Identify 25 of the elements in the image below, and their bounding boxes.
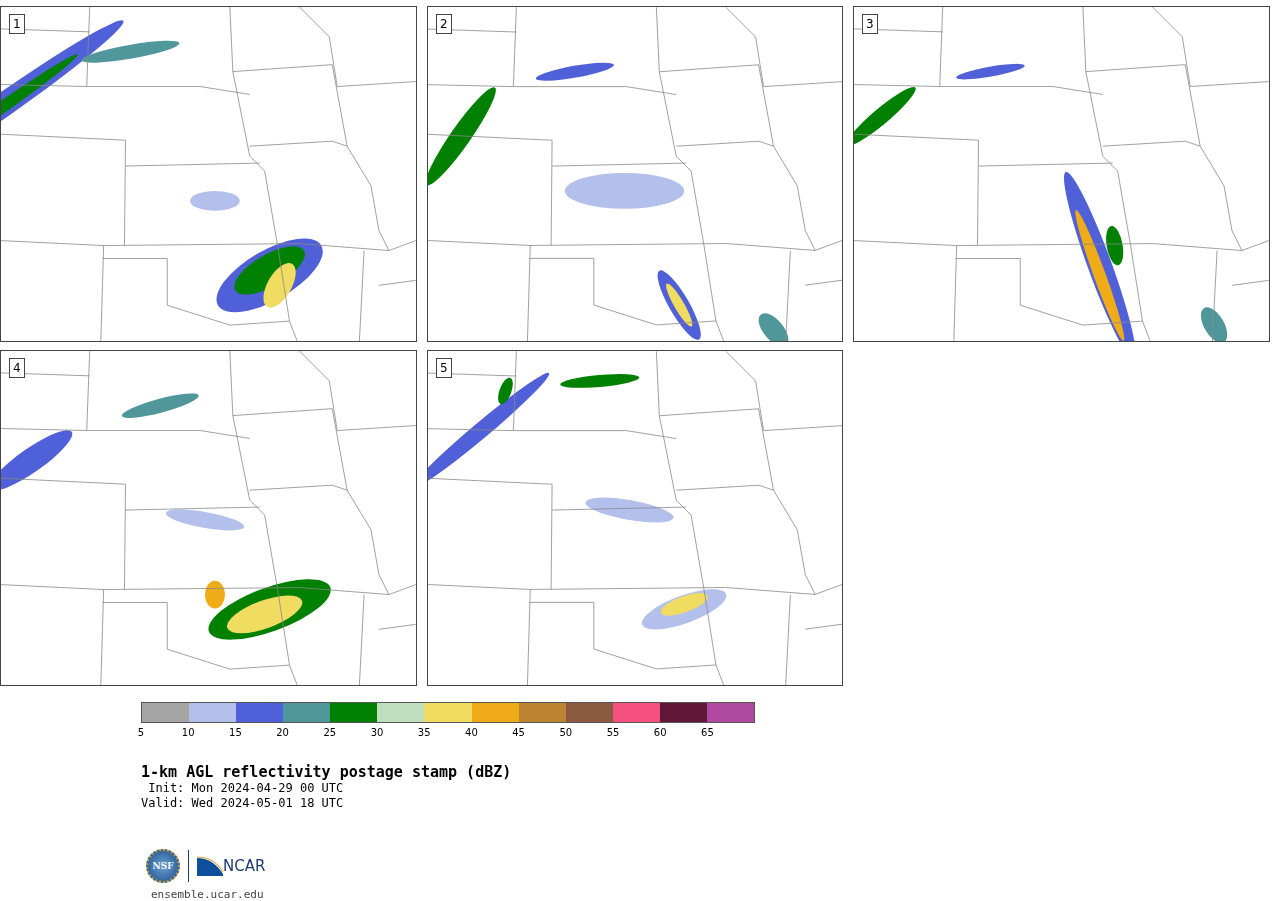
tick-label: 20: [276, 727, 289, 738]
tick-label: 10: [181, 727, 195, 738]
chart-title: 1-km AGL reflectivity postage stamp (dBZ): [141, 763, 513, 781]
tick-label: 30: [370, 727, 384, 738]
swoosh-icon: [197, 856, 223, 876]
valid-time: Valid: Wed 2024-05-01 18 UTC: [141, 796, 345, 811]
panel-number: 5: [436, 358, 452, 378]
panel-number: 1: [9, 14, 25, 34]
tick-label: 60: [653, 727, 667, 738]
tick-label: 25: [323, 727, 337, 738]
init-time: Init: Mon 2024-04-29 00 UTC: [147, 781, 345, 796]
site-url: ensemble.ucar.edu: [151, 888, 265, 901]
ncar-logo: NCAR: [223, 857, 266, 875]
panel-number: 2: [436, 14, 452, 34]
tick-label: 35: [417, 727, 431, 738]
tick-label: 40: [465, 727, 478, 738]
tick-label: 15: [229, 727, 242, 738]
nsf-logo: NSF: [146, 849, 180, 883]
tick-label: 45: [512, 727, 525, 738]
panel-number: 3: [862, 14, 878, 34]
tick-label: 5: [137, 727, 145, 738]
panel-number: 4: [9, 358, 25, 378]
tick-label: 65: [701, 727, 714, 738]
tick-label: 55: [606, 727, 620, 738]
tick-label: 50: [559, 727, 573, 738]
